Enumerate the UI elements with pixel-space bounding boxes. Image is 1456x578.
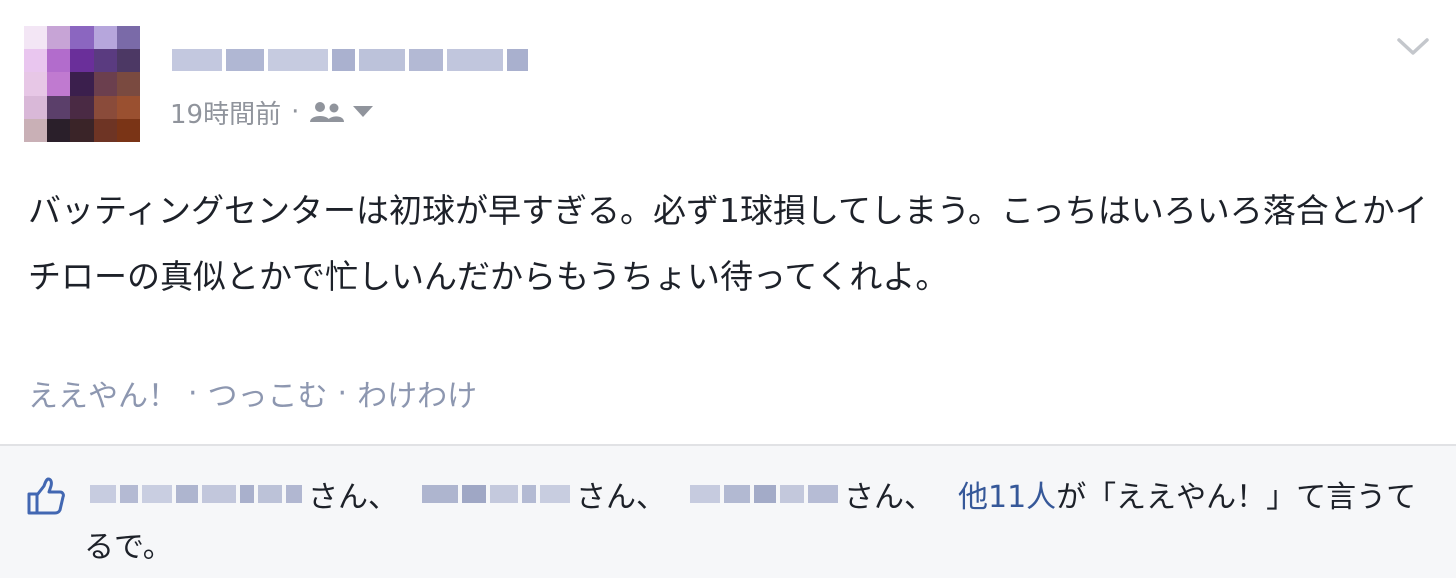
liker-suffix: さん、 bbox=[576, 480, 666, 515]
avatar[interactable] bbox=[24, 26, 140, 142]
chevron-down-icon[interactable] bbox=[1396, 36, 1430, 58]
author-name-blurred[interactable] bbox=[172, 42, 528, 78]
action-separator: · bbox=[188, 375, 198, 411]
post-actions: ええやん！ · つっこむ · わけわけ bbox=[28, 370, 477, 416]
likes-text-continued: るで。 bbox=[84, 522, 173, 566]
likes-tail: が「ええやん！」て言うて bbox=[1056, 480, 1417, 515]
others-link[interactable]: 他11人 bbox=[958, 472, 1056, 516]
likes-summary: さん、 さん、 さん、 他11人 が「ええやん！」て言うて るで。 bbox=[0, 444, 1456, 578]
friends-icon bbox=[310, 102, 345, 122]
post-card: 19時間前 · バッティングセンターは初球が早すぎる。必ず1球損してしまう。こっ… bbox=[0, 0, 1456, 578]
caret-down-icon bbox=[353, 106, 374, 117]
post-text: バッティングセンターは初球が早すぎる。必ず1球損してしまう。こっちはいろいろ落合… bbox=[28, 191, 1428, 296]
like-action[interactable]: ええやん！ bbox=[28, 371, 178, 415]
audience-selector[interactable] bbox=[309, 101, 374, 123]
comment-action[interactable]: つっこむ bbox=[208, 371, 328, 415]
thumbs-up-icon bbox=[27, 477, 65, 515]
meta-separator: · bbox=[291, 97, 300, 127]
liker-name-blurred[interactable] bbox=[90, 485, 302, 503]
liker-name-blurred[interactable] bbox=[690, 485, 838, 503]
timestamp[interactable]: 19時間前 bbox=[170, 94, 281, 131]
share-action[interactable]: わけわけ bbox=[357, 371, 477, 415]
likes-text: さん、 さん、 さん、 他11人 が「ええやん！」て言うて bbox=[90, 472, 1416, 516]
action-separator: · bbox=[337, 375, 348, 411]
liker-suffix: さん、 bbox=[308, 480, 398, 515]
post-meta: 19時間前 · bbox=[170, 94, 374, 131]
likes-tail-end: るで。 bbox=[84, 530, 173, 565]
liker-name-blurred[interactable] bbox=[422, 485, 570, 503]
liker-suffix: さん、 bbox=[844, 480, 934, 515]
